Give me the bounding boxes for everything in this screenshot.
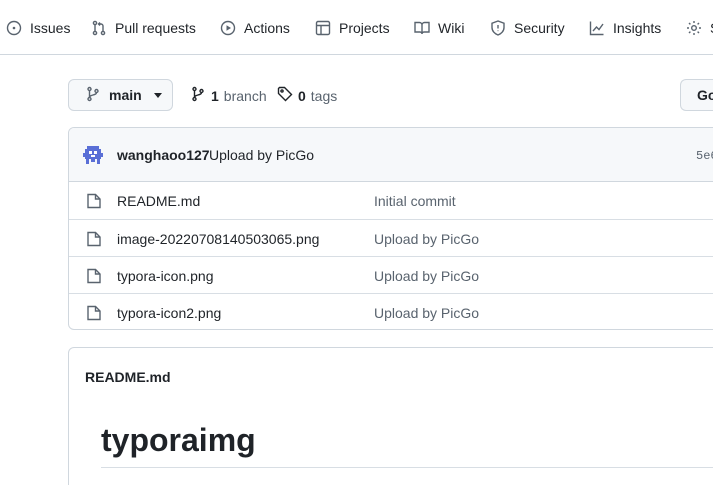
file-list: wanghaoo127 Upload by PicGo 5e6 README.m… <box>68 127 713 330</box>
file-commit-message[interactable]: Upload by PicGo <box>374 305 479 321</box>
book-icon <box>414 20 430 36</box>
file-row[interactable]: typora-icon2.png Upload by PicGo <box>69 293 713 329</box>
heading-divider <box>101 467 713 468</box>
git-branch-icon <box>85 86 101 105</box>
avatar[interactable] <box>83 145 103 165</box>
readme-heading: typoraimg <box>101 422 256 458</box>
git-branch-icon <box>190 86 206 105</box>
file-name[interactable]: typora-icon.png <box>117 268 214 284</box>
tab-label: Issues <box>30 19 71 36</box>
tab-settings[interactable]: S <box>686 0 713 55</box>
tab-label: Wiki <box>438 19 465 36</box>
tab-pull-requests[interactable]: Pull requests <box>91 0 196 55</box>
issue-icon <box>6 20 22 36</box>
file-icon <box>87 305 101 321</box>
file-row[interactable]: typora-icon.png Upload by PicGo <box>69 256 713 293</box>
tab-label: Pull requests <box>115 19 196 36</box>
table-icon <box>315 20 331 36</box>
readme-panel: README.md typoraimg <box>68 347 713 485</box>
go-to-file-button[interactable]: Go <box>680 79 713 111</box>
tab-security[interactable]: Security <box>490 0 565 55</box>
gear-icon <box>686 20 702 36</box>
tab-actions[interactable]: Actions <box>220 0 290 55</box>
chevron-down-icon <box>153 92 162 98</box>
tab-label: Insights <box>613 19 662 36</box>
pull-request-icon <box>91 20 107 36</box>
graph-icon <box>589 20 605 36</box>
tab-insights[interactable]: Insights <box>589 0 661 55</box>
file-name[interactable]: typora-icon2.png <box>117 305 221 321</box>
branch-count-label: branch <box>223 87 267 104</box>
tag-icon <box>277 86 293 105</box>
branch-name: main <box>109 87 142 103</box>
file-commit-message[interactable]: Upload by PicGo <box>374 231 479 247</box>
tags-link[interactable]: 0 tags <box>277 86 337 105</box>
file-row[interactable]: image-20220708140503065.png Upload by Pi… <box>69 219 713 256</box>
branch-select-button[interactable]: main <box>68 79 173 111</box>
file-icon <box>87 231 101 247</box>
play-icon <box>220 20 236 36</box>
tab-label: Actions <box>244 19 290 36</box>
readme-filename[interactable]: README.md <box>85 369 171 385</box>
branch-count: 1 <box>211 87 219 104</box>
tab-wiki[interactable]: Wiki <box>414 0 464 55</box>
file-commit-message[interactable]: Initial commit <box>374 193 456 209</box>
tab-label: Security <box>514 19 565 36</box>
file-icon <box>87 193 101 209</box>
shield-icon <box>490 19 506 36</box>
tab-label: Projects <box>339 19 390 36</box>
file-commit-message[interactable]: Upload by PicGo <box>374 268 479 284</box>
commit-message[interactable]: Upload by PicGo <box>209 147 314 163</box>
latest-commit-bar: wanghaoo127 Upload by PicGo 5e6 <box>69 128 713 182</box>
tag-count-label: tags <box>310 87 338 104</box>
file-name[interactable]: README.md <box>117 193 200 209</box>
commit-author[interactable]: wanghaoo127 <box>117 147 210 163</box>
commit-sha[interactable]: 5e6 <box>696 149 713 163</box>
branches-link[interactable]: 1 branch <box>190 86 267 105</box>
file-name[interactable]: image-20220708140503065.png <box>117 231 319 247</box>
tab-issues[interactable]: Issues <box>6 0 70 55</box>
repo-nav: Issues Pull requests Actions Projects Wi… <box>0 0 713 55</box>
tag-count: 0 <box>298 87 306 104</box>
file-row[interactable]: README.md Initial commit <box>69 182 713 219</box>
file-icon <box>87 268 101 284</box>
tab-projects[interactable]: Projects <box>315 0 390 55</box>
